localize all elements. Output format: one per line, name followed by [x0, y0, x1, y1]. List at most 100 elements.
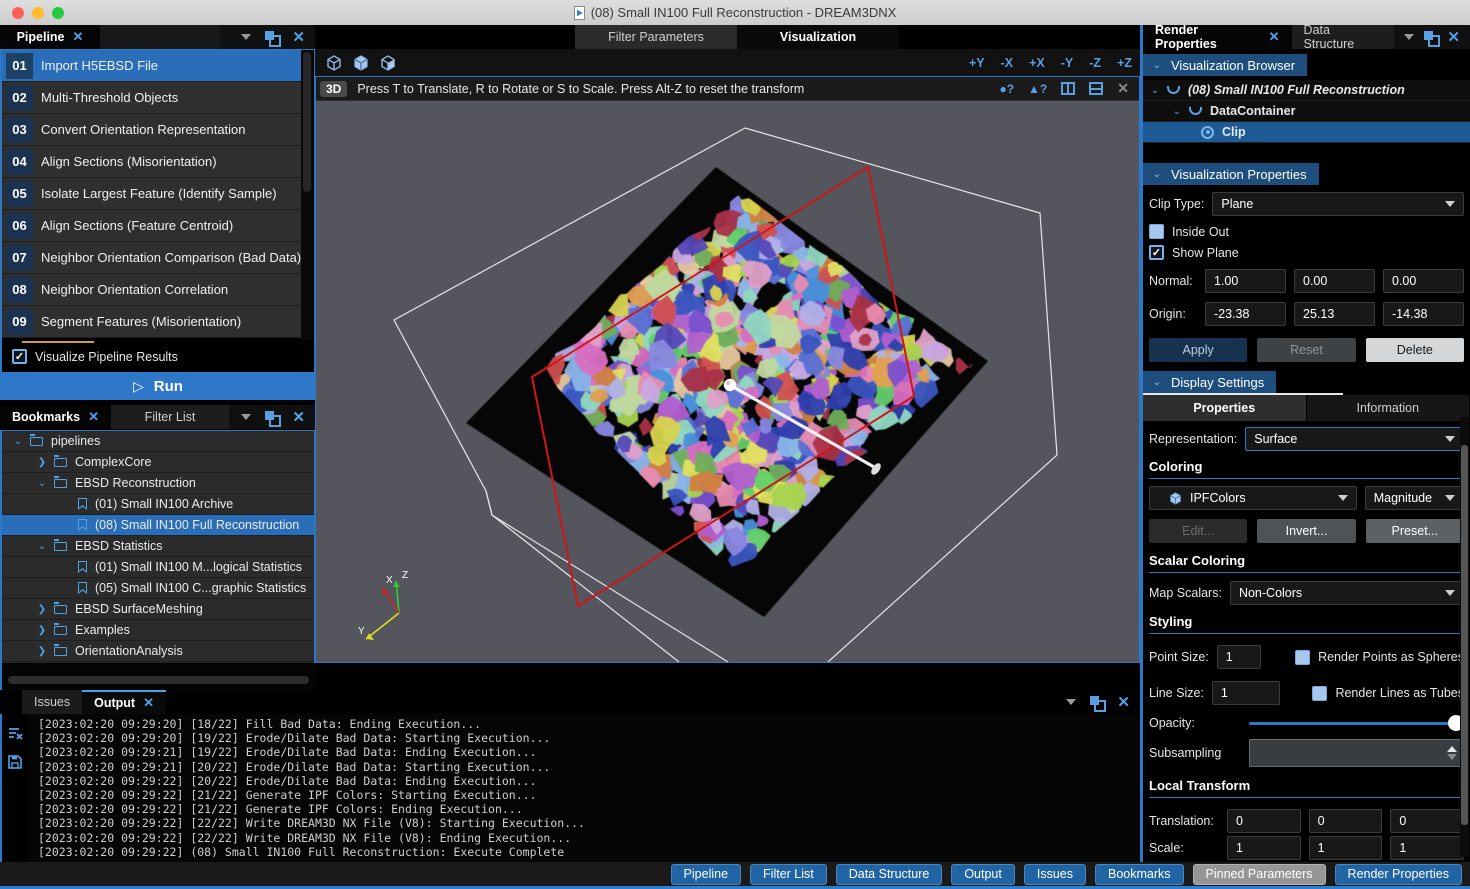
- clear-log-icon[interactable]: [8, 726, 23, 741]
- clip-plane-outline[interactable]: [532, 167, 914, 606]
- origin-y-field[interactable]: 25.13: [1294, 302, 1375, 326]
- cube-axes-icon[interactable]: [326, 55, 342, 71]
- dock-toggle-output[interactable]: Output: [951, 864, 1015, 885]
- tab-data-structure[interactable]: Data Structure: [1292, 25, 1395, 49]
- camera-axis-button[interactable]: +Y: [969, 56, 985, 70]
- origin-x-field[interactable]: -23.38: [1205, 302, 1286, 326]
- bookmark-tree-row[interactable]: (01) Small IN100 Archive: [2, 494, 314, 515]
- scale-y-field[interactable]: 1: [1309, 836, 1383, 860]
- normal-z-field[interactable]: 0.00: [1383, 269, 1464, 293]
- translation-y-field[interactable]: 0: [1309, 809, 1383, 833]
- close-tab-icon[interactable]: ✕: [143, 695, 154, 711]
- bookmarks-hscrollbar[interactable]: [0, 663, 315, 690]
- bookmark-tree-row[interactable]: ❯ ComplexCore: [2, 452, 314, 473]
- tab-pipeline[interactable]: Pipeline ✕: [0, 25, 100, 49]
- line-size-field[interactable]: 1: [1212, 681, 1281, 705]
- pipeline-step[interactable]: 09 Segment Features (Misorientation): [2, 306, 302, 338]
- normal-x-field[interactable]: 1.00: [1205, 269, 1286, 293]
- map-scalars-dropdown[interactable]: Non-Colors: [1230, 581, 1464, 605]
- chevron-icon[interactable]: ❯: [36, 625, 48, 636]
- cell-picking-icon[interactable]: ▲?: [1028, 82, 1047, 96]
- close-tab-icon[interactable]: ✕: [88, 409, 99, 425]
- chevron-down-icon[interactable]: ⌄: [1171, 106, 1183, 117]
- tab-issues[interactable]: Issues: [22, 690, 82, 714]
- display-settings-header[interactable]: ⌄ Display Settings: [1143, 371, 1276, 393]
- origin-z-field[interactable]: -14.38: [1383, 302, 1464, 326]
- visualize-results-checkbox[interactable]: ✓: [12, 349, 27, 364]
- dock-toggle-data-structure[interactable]: Data Structure: [836, 864, 943, 885]
- close-panel-icon[interactable]: ✕: [292, 410, 305, 425]
- camera-axis-button[interactable]: -Z: [1089, 56, 1101, 70]
- render-lines-tubes-checkbox[interactable]: [1312, 686, 1327, 701]
- tree-row-root[interactable]: ⌄ (08) Small IN100 Full Reconstruction: [1143, 80, 1470, 101]
- representation-dropdown[interactable]: Surface: [1245, 427, 1464, 451]
- tab-output[interactable]: Output ✕: [82, 690, 166, 714]
- close-tab-icon[interactable]: ✕: [1269, 29, 1280, 45]
- chevron-icon[interactable]: ❯: [36, 457, 48, 468]
- bookmark-tree-row[interactable]: ❯ EBSD SurfaceMeshing: [2, 599, 314, 620]
- camera-axis-button[interactable]: -X: [1001, 56, 1014, 70]
- bookmark-tree-row[interactable]: ❯ Examples: [2, 620, 314, 641]
- dock-toggle-bookmarks[interactable]: Bookmarks: [1095, 864, 1184, 885]
- visualize-results-row[interactable]: ✓ Visualize Pipeline Results: [2, 343, 314, 370]
- cube-solid-icon[interactable]: [353, 55, 369, 71]
- delete-button[interactable]: Delete: [1366, 338, 1464, 362]
- visibility-eye-icon[interactable]: [1201, 126, 1214, 139]
- bookmark-tree-row[interactable]: (08) Small IN100 Full Reconstruction: [2, 515, 314, 536]
- tab-visualization[interactable]: Visualization: [737, 25, 899, 49]
- chevron-icon[interactable]: ❯: [36, 646, 48, 657]
- normal-y-field[interactable]: 0.00: [1294, 269, 1375, 293]
- bookmark-tree-row[interactable]: ⌄ EBSD Statistics: [2, 536, 314, 557]
- tree-row-clip[interactable]: Clip: [1143, 122, 1470, 143]
- render-scene[interactable]: Z X Y: [316, 101, 1139, 662]
- tab-information[interactable]: Information: [1307, 395, 1470, 421]
- visualization-properties-header[interactable]: ⌄ Visualization Properties: [1143, 163, 1319, 185]
- camera-axis-button[interactable]: +Z: [1117, 56, 1132, 70]
- save-log-icon[interactable]: [8, 755, 22, 769]
- tab-render-properties[interactable]: Render Properties ✕: [1143, 25, 1292, 49]
- right-panel-scrollbar[interactable]: [1460, 417, 1469, 857]
- pipeline-step[interactable]: 06 Align Sections (Feature Centroid): [2, 210, 302, 242]
- pipeline-step[interactable]: 01 Import H5EBSD File: [2, 50, 302, 82]
- scale-x-field[interactable]: 1: [1227, 836, 1301, 860]
- undock-panel-icon[interactable]: [1424, 31, 1437, 44]
- split-horizontal-icon[interactable]: [1089, 82, 1103, 95]
- close-panel-icon[interactable]: ✕: [292, 30, 305, 45]
- show-plane-checkbox[interactable]: ✓: [1149, 245, 1164, 260]
- pipeline-step[interactable]: 02 Multi-Threshold Objects: [2, 82, 302, 114]
- close-panel-icon[interactable]: ✕: [1447, 30, 1460, 45]
- pipeline-step[interactable]: 07 Neighbor Orientation Comparison (Bad …: [2, 242, 302, 274]
- chevron-down-icon[interactable]: [1404, 34, 1414, 40]
- bookmark-tree-row[interactable]: (01) Small IN100 M...logical Statistics: [2, 557, 314, 578]
- tab-bookmarks[interactable]: Bookmarks ✕: [0, 405, 111, 429]
- pipeline-step[interactable]: 08 Neighbor Orientation Correlation: [2, 274, 302, 306]
- color-array-dropdown[interactable]: IPFColors: [1149, 486, 1357, 510]
- tree-row-datacontainer[interactable]: ⌄ DataContainer: [1143, 101, 1470, 122]
- render-points-spheres-checkbox[interactable]: [1295, 650, 1310, 665]
- dock-toggle-issues[interactable]: Issues: [1024, 864, 1086, 885]
- close-panel-icon[interactable]: ✕: [1117, 695, 1130, 710]
- chevron-down-icon[interactable]: [1066, 699, 1076, 705]
- step-up-icon[interactable]: [1447, 746, 1457, 752]
- undock-panel-icon[interactable]: [265, 31, 278, 44]
- undock-panel-icon[interactable]: [265, 411, 278, 424]
- step-down-icon[interactable]: [1447, 754, 1457, 760]
- invert-colormap-button[interactable]: Invert...: [1257, 519, 1355, 543]
- dock-toggle-pinned-parameters[interactable]: Pinned Parameters: [1193, 864, 1326, 885]
- apply-button[interactable]: Apply: [1149, 338, 1247, 362]
- tab-filter-parameters[interactable]: Filter Parameters: [575, 25, 737, 49]
- translation-z-field[interactable]: 0: [1390, 809, 1464, 833]
- undock-panel-icon[interactable]: [1090, 696, 1103, 709]
- reset-button[interactable]: Reset: [1257, 338, 1355, 362]
- inside-out-checkbox[interactable]: [1149, 224, 1164, 239]
- chevron-icon[interactable]: ❯: [36, 604, 48, 615]
- camera-axis-button[interactable]: +X: [1029, 56, 1045, 70]
- dock-toggle-render-properties[interactable]: Render Properties: [1335, 864, 1462, 885]
- bookmark-tree-row[interactable]: (05) Small IN100 C...graphic Statistics: [2, 578, 314, 599]
- chevron-down-icon[interactable]: [241, 414, 251, 420]
- dock-toggle-filter-list[interactable]: Filter List: [750, 864, 827, 885]
- edit-colormap-button[interactable]: Edit...: [1149, 519, 1247, 543]
- dock-toggle-pipeline[interactable]: Pipeline: [671, 864, 741, 885]
- log-lines[interactable]: [2023:02:20 09:29:20] [18/22] Fill Bad D…: [28, 714, 1140, 862]
- run-pipeline-button[interactable]: ▷ Run: [2, 372, 314, 400]
